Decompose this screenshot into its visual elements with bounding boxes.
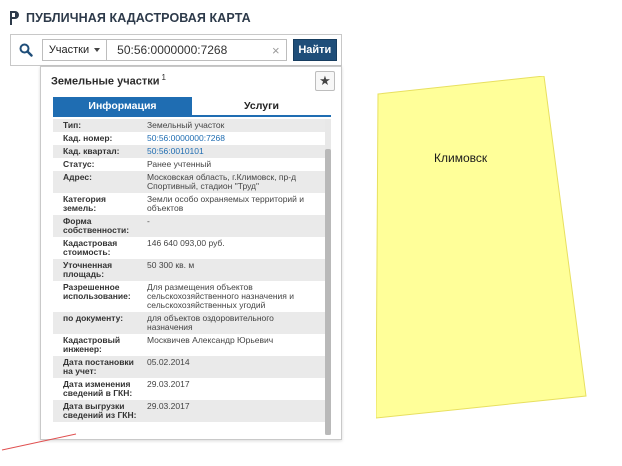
layer-select[interactable]: Участки bbox=[41, 39, 108, 61]
row-value: Московская область, г.Климовск, пр-д Спо… bbox=[147, 172, 297, 191]
search-input-value: 50:56:0000000:7268 bbox=[117, 43, 228, 57]
chevron-down-icon bbox=[94, 48, 101, 52]
search-input[interactable]: 50:56:0000000:7268 × bbox=[107, 39, 287, 61]
row-key: Адрес: bbox=[63, 172, 92, 182]
table-row: Дата изменения сведений в ГКН: 29.03.2017 bbox=[53, 378, 325, 400]
search-bar: Участки 50:56:0000000:7268 × Найти bbox=[10, 34, 342, 66]
row-value: 146 640 093,00 руб. bbox=[147, 238, 225, 248]
row-key: Разрешенное использование: bbox=[63, 282, 131, 301]
table-row: Дата выгрузки сведений из ГКН: 29.03.2017 bbox=[53, 400, 325, 422]
table-row: по документу: для объектов оздоровительно… bbox=[53, 312, 325, 334]
map-label: Климовск bbox=[434, 151, 488, 165]
row-value: 29.03.2017 bbox=[147, 401, 190, 411]
tab-bar: Информация Услуги bbox=[53, 97, 331, 117]
star-icon[interactable]: ★ bbox=[315, 71, 335, 91]
row-key: Форма собственности: bbox=[63, 216, 130, 235]
row-key: Кадастровый инженер: bbox=[63, 335, 121, 354]
table-row: Статус: Ранее учтенный bbox=[53, 158, 325, 171]
row-value-link[interactable]: 50:56:0000000:7268 bbox=[143, 132, 325, 145]
app-header: ПУБЛИЧНАЯ КАДАСТРОВАЯ КАРТА bbox=[8, 8, 251, 28]
table-row: Адрес: Московская область, г.Климовск, пр… bbox=[53, 171, 325, 193]
table-row: Форма собственности: - bbox=[53, 215, 325, 237]
row-key: Дата изменения сведений в ГКН: bbox=[63, 379, 133, 398]
scrollbar-thumb[interactable] bbox=[325, 149, 331, 435]
table-row: Кадастровая стоимость: 146 640 093,00 руб… bbox=[53, 237, 325, 259]
row-key: Уточненная площадь: bbox=[63, 260, 113, 279]
find-button[interactable]: Найти bbox=[292, 39, 337, 61]
row-value: - bbox=[147, 216, 150, 226]
row-value-link[interactable]: 50:56:0010101 bbox=[143, 145, 325, 158]
result-panel: Земельные участки 1 ★ Информация Услуги Т… bbox=[40, 66, 342, 440]
row-key: Тип: bbox=[63, 120, 82, 130]
row-value: для объектов оздоровительного назначения bbox=[147, 313, 274, 332]
row-value: 29.03.2017 bbox=[147, 379, 190, 389]
table-row: Уточненная площадь: 50 300 кв. м bbox=[53, 259, 325, 281]
scrollbar[interactable] bbox=[325, 119, 331, 435]
table-row: Дата постановки на учет: 05.02.2014 bbox=[53, 356, 325, 378]
panel-title: Земельные участки 1 bbox=[51, 73, 166, 88]
table-row: Кад. квартал: 50:56:0010101 bbox=[53, 145, 325, 158]
row-key: Дата постановки на учет: bbox=[63, 357, 134, 376]
tab-services[interactable]: Услуги bbox=[192, 97, 331, 115]
row-value: Москвичев Александр Юрьевич bbox=[147, 335, 274, 345]
panel-title-text: Земельные участки bbox=[51, 75, 160, 88]
result-count: 1 bbox=[161, 73, 166, 82]
row-key: по документу: bbox=[63, 313, 124, 323]
table-row: Кадастровый инженер: Москвичев Александр … bbox=[53, 334, 325, 356]
table-row: Разрешенное использование: Для размещения… bbox=[53, 281, 325, 312]
row-key: Категория земель: bbox=[63, 194, 106, 213]
row-value: Ранее учтенный bbox=[147, 159, 212, 169]
map-annotation-line bbox=[1, 433, 77, 451]
row-key: Статус: bbox=[63, 159, 95, 169]
info-table: Тип: Земельный участок Кад. номер: 50:56:00… bbox=[53, 119, 331, 435]
row-key: Дата выгрузки сведений из ГКН: bbox=[63, 401, 137, 420]
map-parcel[interactable] bbox=[376, 76, 592, 424]
app-title: ПУБЛИЧНАЯ КАДАСТРОВАЯ КАРТА bbox=[26, 11, 251, 25]
row-value: Для размещения объектов сельскохозяйстве… bbox=[147, 282, 294, 310]
table-row: Кад. номер: 50:56:0000000:7268 bbox=[53, 132, 325, 145]
tab-info[interactable]: Информация bbox=[53, 97, 192, 115]
row-key: Кад. номер: bbox=[63, 133, 113, 143]
row-value: 50 300 кв. м bbox=[147, 260, 195, 270]
layer-select-value: Участки bbox=[48, 44, 90, 56]
table-row: Категория земель: Земли особо охраняемых … bbox=[53, 193, 325, 215]
table-row: Тип: Земельный участок bbox=[53, 119, 325, 132]
row-value: 05.02.2014 bbox=[147, 357, 190, 367]
row-value: Земельный участок bbox=[147, 120, 225, 130]
row-key: Кад. квартал: bbox=[63, 146, 120, 156]
pkk-logo-icon bbox=[8, 10, 19, 26]
clear-icon[interactable]: × bbox=[272, 43, 280, 58]
search-icon[interactable] bbox=[11, 35, 42, 65]
row-key: Кадастровая стоимость: bbox=[63, 238, 118, 257]
row-value: Земли особо охраняемых территорий и объе… bbox=[147, 194, 305, 213]
